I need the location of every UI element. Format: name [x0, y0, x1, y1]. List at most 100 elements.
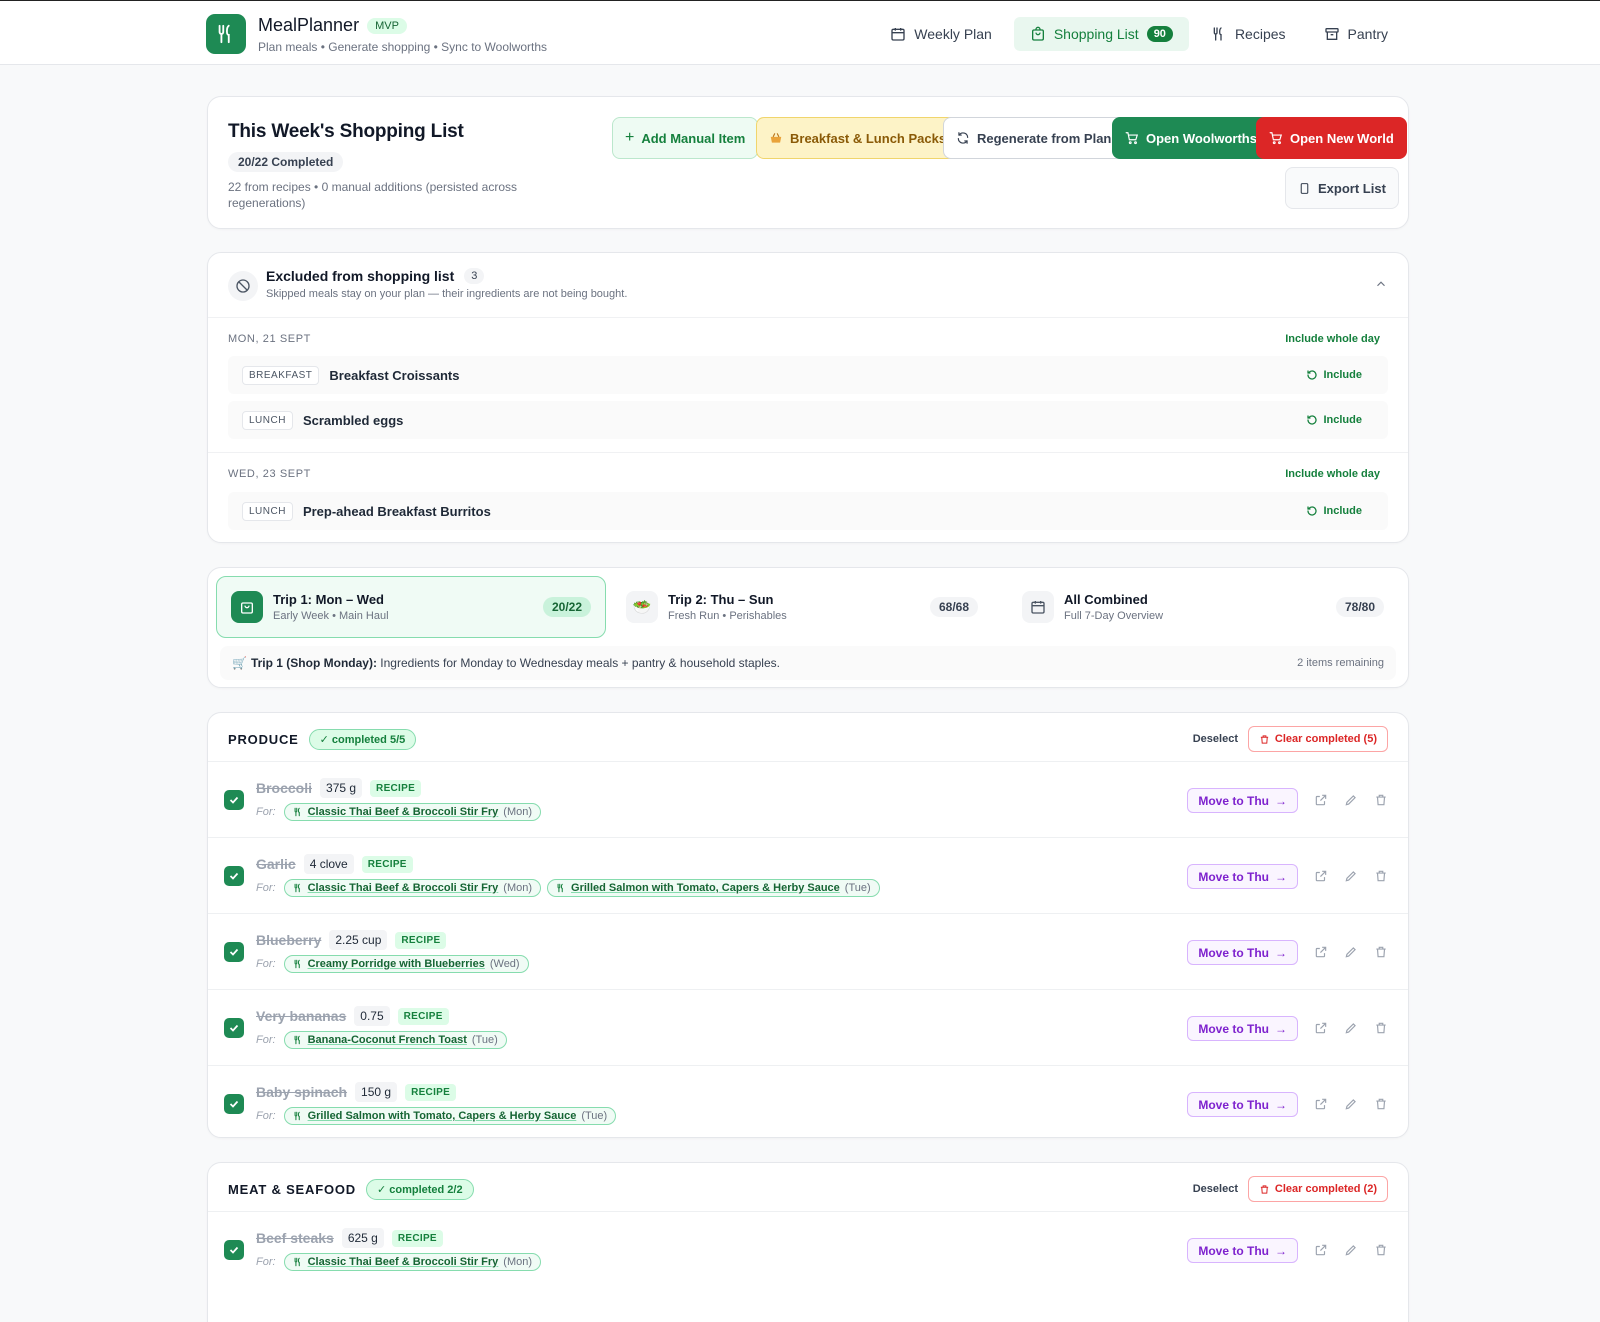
move-to-thu-button[interactable]: Move to Thu →	[1187, 940, 1298, 965]
delete-item-button[interactable]	[1374, 1243, 1388, 1257]
category-name: PRODUCE	[228, 732, 299, 747]
item-checkbox[interactable]	[224, 1240, 244, 1260]
include-label: Include	[1323, 505, 1362, 517]
deselect-button[interactable]: Deselect	[1193, 1183, 1238, 1195]
app-logo[interactable]	[206, 14, 246, 54]
open-link-button[interactable]	[1314, 945, 1328, 959]
recipe-chip[interactable]: Classic Thai Beef & Broccoli Stir Fry (M…	[283, 803, 542, 821]
edit-item-button[interactable]	[1344, 945, 1358, 959]
include-meal-button[interactable]: Include	[1306, 505, 1374, 517]
app-subtitle: Plan meals • Generate shopping • Sync to…	[258, 40, 547, 54]
item-recipes-line: For: Grilled Salmon with Tomato, Capers …	[256, 1107, 617, 1125]
move-to-thu-button[interactable]: Move to Thu →	[1187, 788, 1298, 813]
delete-item-button[interactable]	[1374, 1021, 1388, 1035]
nav-label: Pantry	[1347, 26, 1388, 42]
open-new-world-button[interactable]: Open New World	[1256, 117, 1407, 159]
recipe-day: (Mon)	[503, 1256, 533, 1268]
trash-icon	[1376, 946, 1386, 958]
recipe-chip[interactable]: Creamy Porridge with Blueberries (Wed)	[283, 955, 529, 973]
include-meal-button[interactable]: Include	[1306, 369, 1374, 381]
open-link-button[interactable]	[1314, 1097, 1328, 1111]
item-checkbox[interactable]	[224, 942, 244, 962]
include-meal-button[interactable]: Include	[1306, 414, 1374, 426]
export-list-button[interactable]: Export List	[1285, 167, 1399, 209]
recipe-chip[interactable]: Classic Thai Beef & Broccoli Stir Fry (M…	[283, 1253, 542, 1271]
trip-tab-2[interactable]: 🥗 Trip 2: Thu – Sun Fresh Run • Perishab…	[612, 576, 992, 638]
button-label: Open New World	[1290, 130, 1394, 146]
recipe-name: Grilled Salmon with Tomato, Capers & Her…	[307, 1110, 577, 1122]
item-checkbox[interactable]	[224, 1018, 244, 1038]
open-woolworths-button[interactable]: Open Woolworths	[1112, 117, 1270, 159]
regenerate-from-plan-button[interactable]: Regenerate from Plan	[943, 117, 1125, 159]
edit-item-button[interactable]	[1344, 1021, 1358, 1035]
move-to-thu-button[interactable]: Move to Thu →	[1187, 1016, 1298, 1041]
include-label: Include	[1323, 414, 1362, 426]
trash-icon	[1376, 794, 1386, 806]
include-label: Include	[1323, 369, 1362, 381]
item-quantity: 2.25 cup	[329, 930, 388, 950]
button-label: Move to Thu	[1198, 1021, 1269, 1036]
delete-item-button[interactable]	[1374, 1097, 1388, 1111]
delete-item-button[interactable]	[1374, 945, 1388, 959]
nav-shopping-list[interactable]: Shopping List 90	[1013, 17, 1189, 51]
edit-item-button[interactable]	[1344, 1243, 1358, 1257]
nav-recipes[interactable]: Recipes	[1195, 17, 1302, 51]
external-link-icon	[1315, 870, 1327, 882]
recipe-chip[interactable]: Banana-Coconut French Toast (Tue)	[283, 1031, 507, 1049]
pencil-icon	[1345, 947, 1356, 958]
edit-item-button[interactable]	[1344, 793, 1358, 807]
edit-item-button[interactable]	[1344, 869, 1358, 883]
nav-label: Shopping List	[1053, 26, 1139, 42]
trash-icon	[1376, 1022, 1386, 1034]
nav-weekly-plan[interactable]: Weekly Plan	[874, 17, 1008, 51]
excluded-icon-wrap	[228, 271, 258, 301]
item-checkbox[interactable]	[224, 790, 244, 810]
button-label: Move to Thu	[1198, 1097, 1269, 1112]
recipe-chip[interactable]: Grilled Salmon with Tomato, Capers & Her…	[547, 879, 880, 897]
trash-icon	[1376, 1098, 1386, 1110]
item-checkbox[interactable]	[224, 1094, 244, 1114]
excluded-meal-row: BREAKFAST Breakfast Croissants Include	[228, 356, 1388, 394]
pencil-icon	[1345, 1023, 1356, 1034]
list-item: Baby spinach 150 g RECIPE For: Grilled S…	[208, 1065, 1408, 1142]
move-to-thu-button[interactable]: Move to Thu →	[1187, 864, 1298, 889]
arrow-right-icon: →	[1275, 1243, 1287, 1258]
check-icon	[229, 872, 239, 880]
recipe-day: (Tue)	[844, 882, 871, 894]
top-bar: MealPlanner MVP Plan meals • Generate sh…	[0, 0, 1600, 65]
recipe-chip[interactable]: Classic Thai Beef & Broccoli Stir Fry (M…	[283, 879, 542, 897]
breakfast-lunch-packs-button[interactable]: Breakfast & Lunch Packs	[756, 117, 960, 159]
category-header: PRODUCE ✓ completed 5/5	[228, 729, 417, 750]
clear-completed-button[interactable]: Clear completed (5)	[1247, 726, 1388, 752]
list-item: Blueberry 2.25 cup RECIPE For: Creamy Po…	[208, 913, 1408, 990]
trip-tab-1[interactable]: Trip 1: Mon – Wed Early Week • Main Haul…	[216, 576, 606, 638]
move-to-thu-button[interactable]: Move to Thu →	[1187, 1238, 1298, 1263]
open-link-button[interactable]	[1314, 869, 1328, 883]
check-icon	[229, 1246, 239, 1254]
collapse-toggle[interactable]	[1374, 277, 1388, 291]
deselect-button[interactable]: Deselect	[1193, 733, 1238, 745]
nav-pantry[interactable]: Pantry	[1308, 17, 1404, 51]
add-manual-item-button[interactable]: + Add Manual Item	[612, 117, 759, 159]
open-link-button[interactable]	[1314, 1021, 1328, 1035]
trip-tab-all[interactable]: All Combined Full 7-Day Overview 78/80	[1008, 576, 1398, 638]
open-link-button[interactable]	[1314, 793, 1328, 807]
shopping-bag-icon	[241, 602, 253, 614]
clear-completed-button[interactable]: Clear completed (2)	[1247, 1176, 1388, 1202]
undo-icon	[1307, 415, 1318, 425]
button-label: Clear completed (5)	[1274, 733, 1377, 745]
recipe-day: (Mon)	[503, 882, 533, 894]
item-name: Blueberry	[256, 932, 322, 948]
shopping-count-badge: 90	[1146, 26, 1173, 42]
delete-item-button[interactable]	[1374, 793, 1388, 807]
trip-name: Trip 2: Thu – Sun	[668, 592, 774, 607]
include-whole-day-button[interactable]: Include whole day	[1285, 468, 1380, 480]
item-checkbox[interactable]	[224, 866, 244, 886]
open-link-button[interactable]	[1314, 1243, 1328, 1257]
edit-item-button[interactable]	[1344, 1097, 1358, 1111]
include-whole-day-button[interactable]: Include whole day	[1285, 333, 1380, 345]
move-to-thu-button[interactable]: Move to Thu →	[1187, 1092, 1298, 1117]
category-completed-badge: ✓ completed 2/2	[365, 1179, 474, 1200]
delete-item-button[interactable]	[1374, 869, 1388, 883]
recipe-chip[interactable]: Grilled Salmon with Tomato, Capers & Her…	[283, 1107, 617, 1125]
